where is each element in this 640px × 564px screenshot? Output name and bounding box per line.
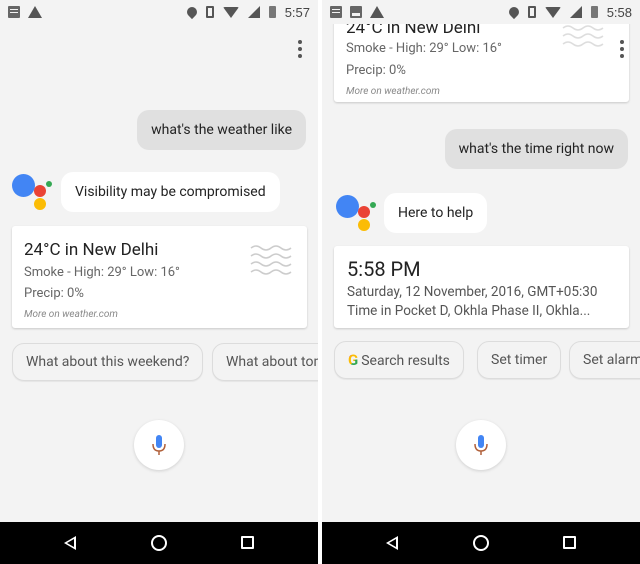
battery-icon xyxy=(268,6,276,18)
wifi-icon xyxy=(222,6,239,18)
weather-conditions: Smoke - High: 29° Low: 16° xyxy=(346,41,502,56)
time-location: Time in Pocket D, Okhla Phase II, Okhla.… xyxy=(347,303,591,319)
status-bar: 5:58 xyxy=(322,0,640,24)
weather-title: 24°C in New Delhi xyxy=(24,240,159,260)
microphone-icon xyxy=(474,435,488,455)
photo-icon xyxy=(350,6,362,18)
time-card[interactable]: 5:58 PM Saturday, 12 November, 2016, GMT… xyxy=(334,246,629,328)
suggestion-chip-tomorrow[interactable]: What about tomorrow? xyxy=(212,343,318,381)
google-g-icon: G xyxy=(348,342,358,378)
warning-icon xyxy=(28,6,42,18)
left-screen: 5:57 what's the weather like Visibility … xyxy=(0,0,318,564)
assistant-message: Visibility may be compromised xyxy=(61,172,280,212)
recent-apps-icon[interactable] xyxy=(241,536,254,549)
battery-icon xyxy=(590,6,598,18)
status-bar: 5:57 xyxy=(0,0,318,24)
weather-source-link[interactable]: More on weather.com xyxy=(24,309,118,320)
home-icon[interactable] xyxy=(473,535,489,551)
notes-icon xyxy=(8,6,20,18)
weather-conditions: Smoke - High: 29° Low: 16° xyxy=(24,265,180,280)
overflow-menu-icon[interactable] xyxy=(298,40,302,58)
suggestion-chip-search-results[interactable]: G Search results xyxy=(334,341,464,379)
user-message: what's the weather like xyxy=(137,110,306,150)
navigation-bar xyxy=(322,522,640,564)
status-time: 5:58 xyxy=(606,4,632,20)
chip-label: Search results xyxy=(361,353,450,369)
recent-apps-icon[interactable] xyxy=(563,536,576,549)
suggestion-chip-weekend[interactable]: What about this weekend? xyxy=(12,343,204,381)
weather-source-link[interactable]: More on weather.com xyxy=(346,86,440,97)
microphone-icon xyxy=(152,435,166,455)
google-assistant-icon xyxy=(336,195,380,239)
home-icon[interactable] xyxy=(151,535,167,551)
warning-icon xyxy=(370,6,384,18)
overflow-menu-icon[interactable] xyxy=(620,40,624,58)
weather-precip: Precip: 0% xyxy=(24,286,84,301)
signal-icon xyxy=(569,6,582,18)
mic-button[interactable] xyxy=(456,420,506,470)
status-time: 5:57 xyxy=(284,4,310,20)
signal-icon xyxy=(247,6,260,18)
right-screen: 24°C in New Delhi Smoke - High: 29° Low:… xyxy=(322,0,640,564)
notes-icon xyxy=(330,6,342,18)
time-value: 5:58 PM xyxy=(347,257,421,281)
haze-waves-icon xyxy=(250,245,292,275)
assistant-message: Here to help xyxy=(384,193,488,233)
suggestion-chip-set-timer[interactable]: Set timer xyxy=(477,341,562,379)
google-assistant-icon xyxy=(12,174,56,218)
weather-card[interactable]: 24°C in New Delhi Smoke - High: 29° Low:… xyxy=(12,226,307,328)
mic-button[interactable] xyxy=(134,420,184,470)
back-icon[interactable] xyxy=(64,536,76,550)
back-icon[interactable] xyxy=(386,536,398,550)
suggestion-chip-set-alarm[interactable]: Set alarm xyxy=(569,341,640,379)
user-message: what's the time right now xyxy=(444,129,628,169)
vibrate-icon xyxy=(527,6,536,18)
time-date: Saturday, 12 November, 2016, GMT+05:30 xyxy=(347,284,598,300)
location-icon xyxy=(506,4,521,20)
weather-precip: Precip: 0% xyxy=(346,63,406,78)
vibrate-icon xyxy=(205,6,214,18)
wifi-icon xyxy=(544,6,561,18)
location-icon xyxy=(184,4,199,20)
navigation-bar xyxy=(0,522,318,564)
